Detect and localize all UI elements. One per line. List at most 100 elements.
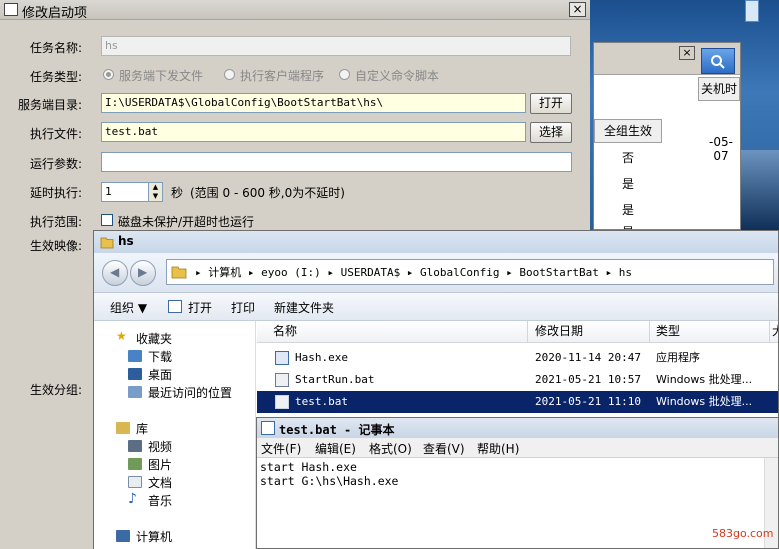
file-type: Windows 批处理... [656, 395, 753, 408]
open-button[interactable]: 打开 [530, 93, 572, 114]
nav-music[interactable]: 音乐 [148, 492, 172, 509]
back-button[interactable]: ◀ [102, 260, 128, 286]
print-button[interactable]: 打印 [231, 299, 255, 316]
forward-button[interactable]: ▶ [130, 260, 156, 286]
desktop-decoration [740, 150, 779, 230]
notepad-title-bar: test.bat - 记事本 [257, 418, 778, 438]
explorer-title-bar: hs [94, 231, 778, 253]
notepad-menu-bar: 文件(F) 编辑(E) 格式(O) 查看(V) 帮助(H) [257, 438, 778, 458]
run-params-label: 运行参数: [30, 157, 83, 171]
file-date: 2021-05-21 10:57 [535, 373, 641, 386]
column-header-shutdown[interactable]: 关机时 [698, 77, 740, 101]
file-row[interactable]: Hash.exe 2020-11-14 20:47 应用程序 [257, 347, 778, 369]
task-type-radio-server[interactable] [103, 69, 114, 80]
nav-documents[interactable]: 文档 [148, 474, 172, 491]
delay-hint: (范围 0 - 600 秒,0为不延时) [190, 186, 345, 200]
dialog-title: 修改启动项 [22, 6, 88, 21]
address-input[interactable]: ▸ 计算机 ▸ eyoo (I:) ▸ USERDATA$ ▸ GlobalCo… [166, 259, 774, 285]
watermark: 583go.com [712, 527, 774, 540]
file-type: Windows 批处理... [656, 373, 753, 386]
exec-file-input[interactable]: test.bat [101, 122, 526, 142]
choose-button[interactable]: 选择 [530, 122, 572, 143]
menu-view[interactable]: 查看(V) [423, 440, 465, 457]
task-type-option-server: 服务端下发文件 [119, 69, 204, 83]
effective-group-label: 生效分组: [30, 383, 83, 397]
address-path: ▸ 计算机 ▸ eyoo (I:) ▸ USERDATA$ ▸ GlobalCo… [195, 266, 632, 279]
bat-file-icon [275, 395, 289, 409]
dialog-close-button[interactable]: × [569, 2, 586, 17]
all-effect-cell: 是 [622, 223, 634, 229]
dialog-app-icon [4, 3, 18, 16]
download-icon [128, 350, 142, 362]
recent-places-icon [128, 386, 142, 398]
notepad-icon [261, 421, 275, 435]
navigation-pane: ★ 收藏夹 下载 桌面 最近访问的位置 库 视频 图片 文档 ♪ 音乐 计算机 [94, 321, 256, 549]
file-name: Hash.exe [295, 351, 348, 364]
nav-recent[interactable]: 最近访问的位置 [148, 384, 232, 401]
explorer-address-bar: ◀ ▶ ▸ 计算机 ▸ eyoo (I:) ▸ USERDATA$ ▸ Glob… [94, 253, 778, 293]
nav-desktop[interactable]: 桌面 [148, 366, 172, 383]
search-button[interactable] [701, 48, 735, 74]
scope-checkbox-label: 磁盘未保护/开超时也运行 [118, 215, 255, 229]
file-type: 应用程序 [656, 351, 700, 364]
nav-pictures[interactable]: 图片 [148, 456, 172, 473]
background-window-toolbar: × [594, 43, 740, 75]
notepad-title: test.bat - 记事本 [279, 423, 395, 437]
task-type-radio-script[interactable] [339, 69, 350, 80]
task-type-radio-client[interactable] [224, 69, 235, 80]
menu-file[interactable]: 文件(F) [261, 440, 301, 457]
effective-image-label: 生效映像: [30, 239, 83, 253]
spin-up-icon[interactable]: ▲ [149, 183, 162, 192]
background-window-close-button[interactable]: × [679, 46, 695, 60]
server-dir-input[interactable]: I:\USERDATA$\GlobalConfig\BootStartBat\h… [101, 93, 526, 113]
column-size[interactable]: 大 [770, 321, 778, 343]
document-icon [128, 476, 142, 488]
server-dir-label: 服务端目录: [18, 98, 83, 112]
file-date: 2020-11-14 20:47 [535, 351, 641, 364]
explorer-title: hs [118, 234, 134, 248]
delay-input[interactable]: 1 [101, 182, 149, 202]
all-effect-cell: 是 [622, 177, 635, 191]
background-window: × 关机时 -05-07 全组生效 否 是 是 是 [593, 42, 741, 230]
run-params-input[interactable] [101, 152, 572, 172]
scope-label: 执行范围: [30, 215, 83, 229]
column-type[interactable]: 类型 [650, 321, 770, 343]
explorer-toolbar: 组织 ▼ 打开 打印 新建文件夹 [94, 293, 778, 321]
column-header-all-effect[interactable]: 全组生效 [594, 119, 662, 143]
column-name[interactable]: 名称 [257, 321, 528, 343]
file-name: test.bat [295, 395, 348, 408]
dialog-title-bar: 修改启动项 × [0, 0, 590, 21]
open-file-icon [168, 300, 182, 313]
file-row-selected[interactable]: test.bat 2021-05-21 11:10 Windows 批处理... [257, 391, 778, 413]
arrow-left-icon: ◀ [110, 265, 120, 279]
nav-computer[interactable]: 计算机 [136, 528, 172, 545]
open-file-button[interactable]: 打开 [188, 299, 212, 316]
nav-downloads[interactable]: 下载 [148, 348, 172, 365]
menu-format[interactable]: 格式(O) [369, 440, 412, 457]
menu-edit[interactable]: 编辑(E) [315, 440, 356, 457]
organize-button[interactable]: 组织 ▼ [110, 299, 147, 316]
all-effect-cell: 否 [622, 151, 635, 165]
scope-checkbox[interactable] [101, 214, 113, 226]
nav-favorites[interactable]: 收藏夹 [136, 330, 172, 347]
bat-file-icon [275, 373, 289, 387]
task-name-label: 任务名称: [30, 41, 83, 55]
delay-spinner[interactable]: ▲ ▼ [149, 182, 163, 202]
notepad-text-area[interactable]: start Hash.exe start G:\hs\Hash.exe [260, 460, 398, 488]
video-icon [128, 440, 142, 452]
new-folder-button[interactable]: 新建文件夹 [274, 299, 334, 316]
picture-icon [128, 458, 142, 470]
menu-help[interactable]: 帮助(H) [477, 440, 519, 457]
all-effect-cell: 是 [622, 203, 635, 217]
library-icon [116, 422, 130, 434]
spin-down-icon[interactable]: ▼ [149, 192, 162, 201]
nav-library[interactable]: 库 [136, 420, 148, 437]
star-icon: ★ [116, 329, 127, 343]
file-name: StartRun.bat [295, 373, 375, 386]
file-row[interactable]: StartRun.bat 2021-05-21 10:57 Windows 批处… [257, 369, 778, 391]
column-date[interactable]: 修改日期 [529, 321, 650, 343]
nav-videos[interactable]: 视频 [148, 438, 172, 455]
task-type-option-script: 自定义命令脚本 [355, 69, 440, 83]
task-name-field[interactable]: hs [101, 36, 571, 56]
computer-icon [116, 530, 130, 542]
